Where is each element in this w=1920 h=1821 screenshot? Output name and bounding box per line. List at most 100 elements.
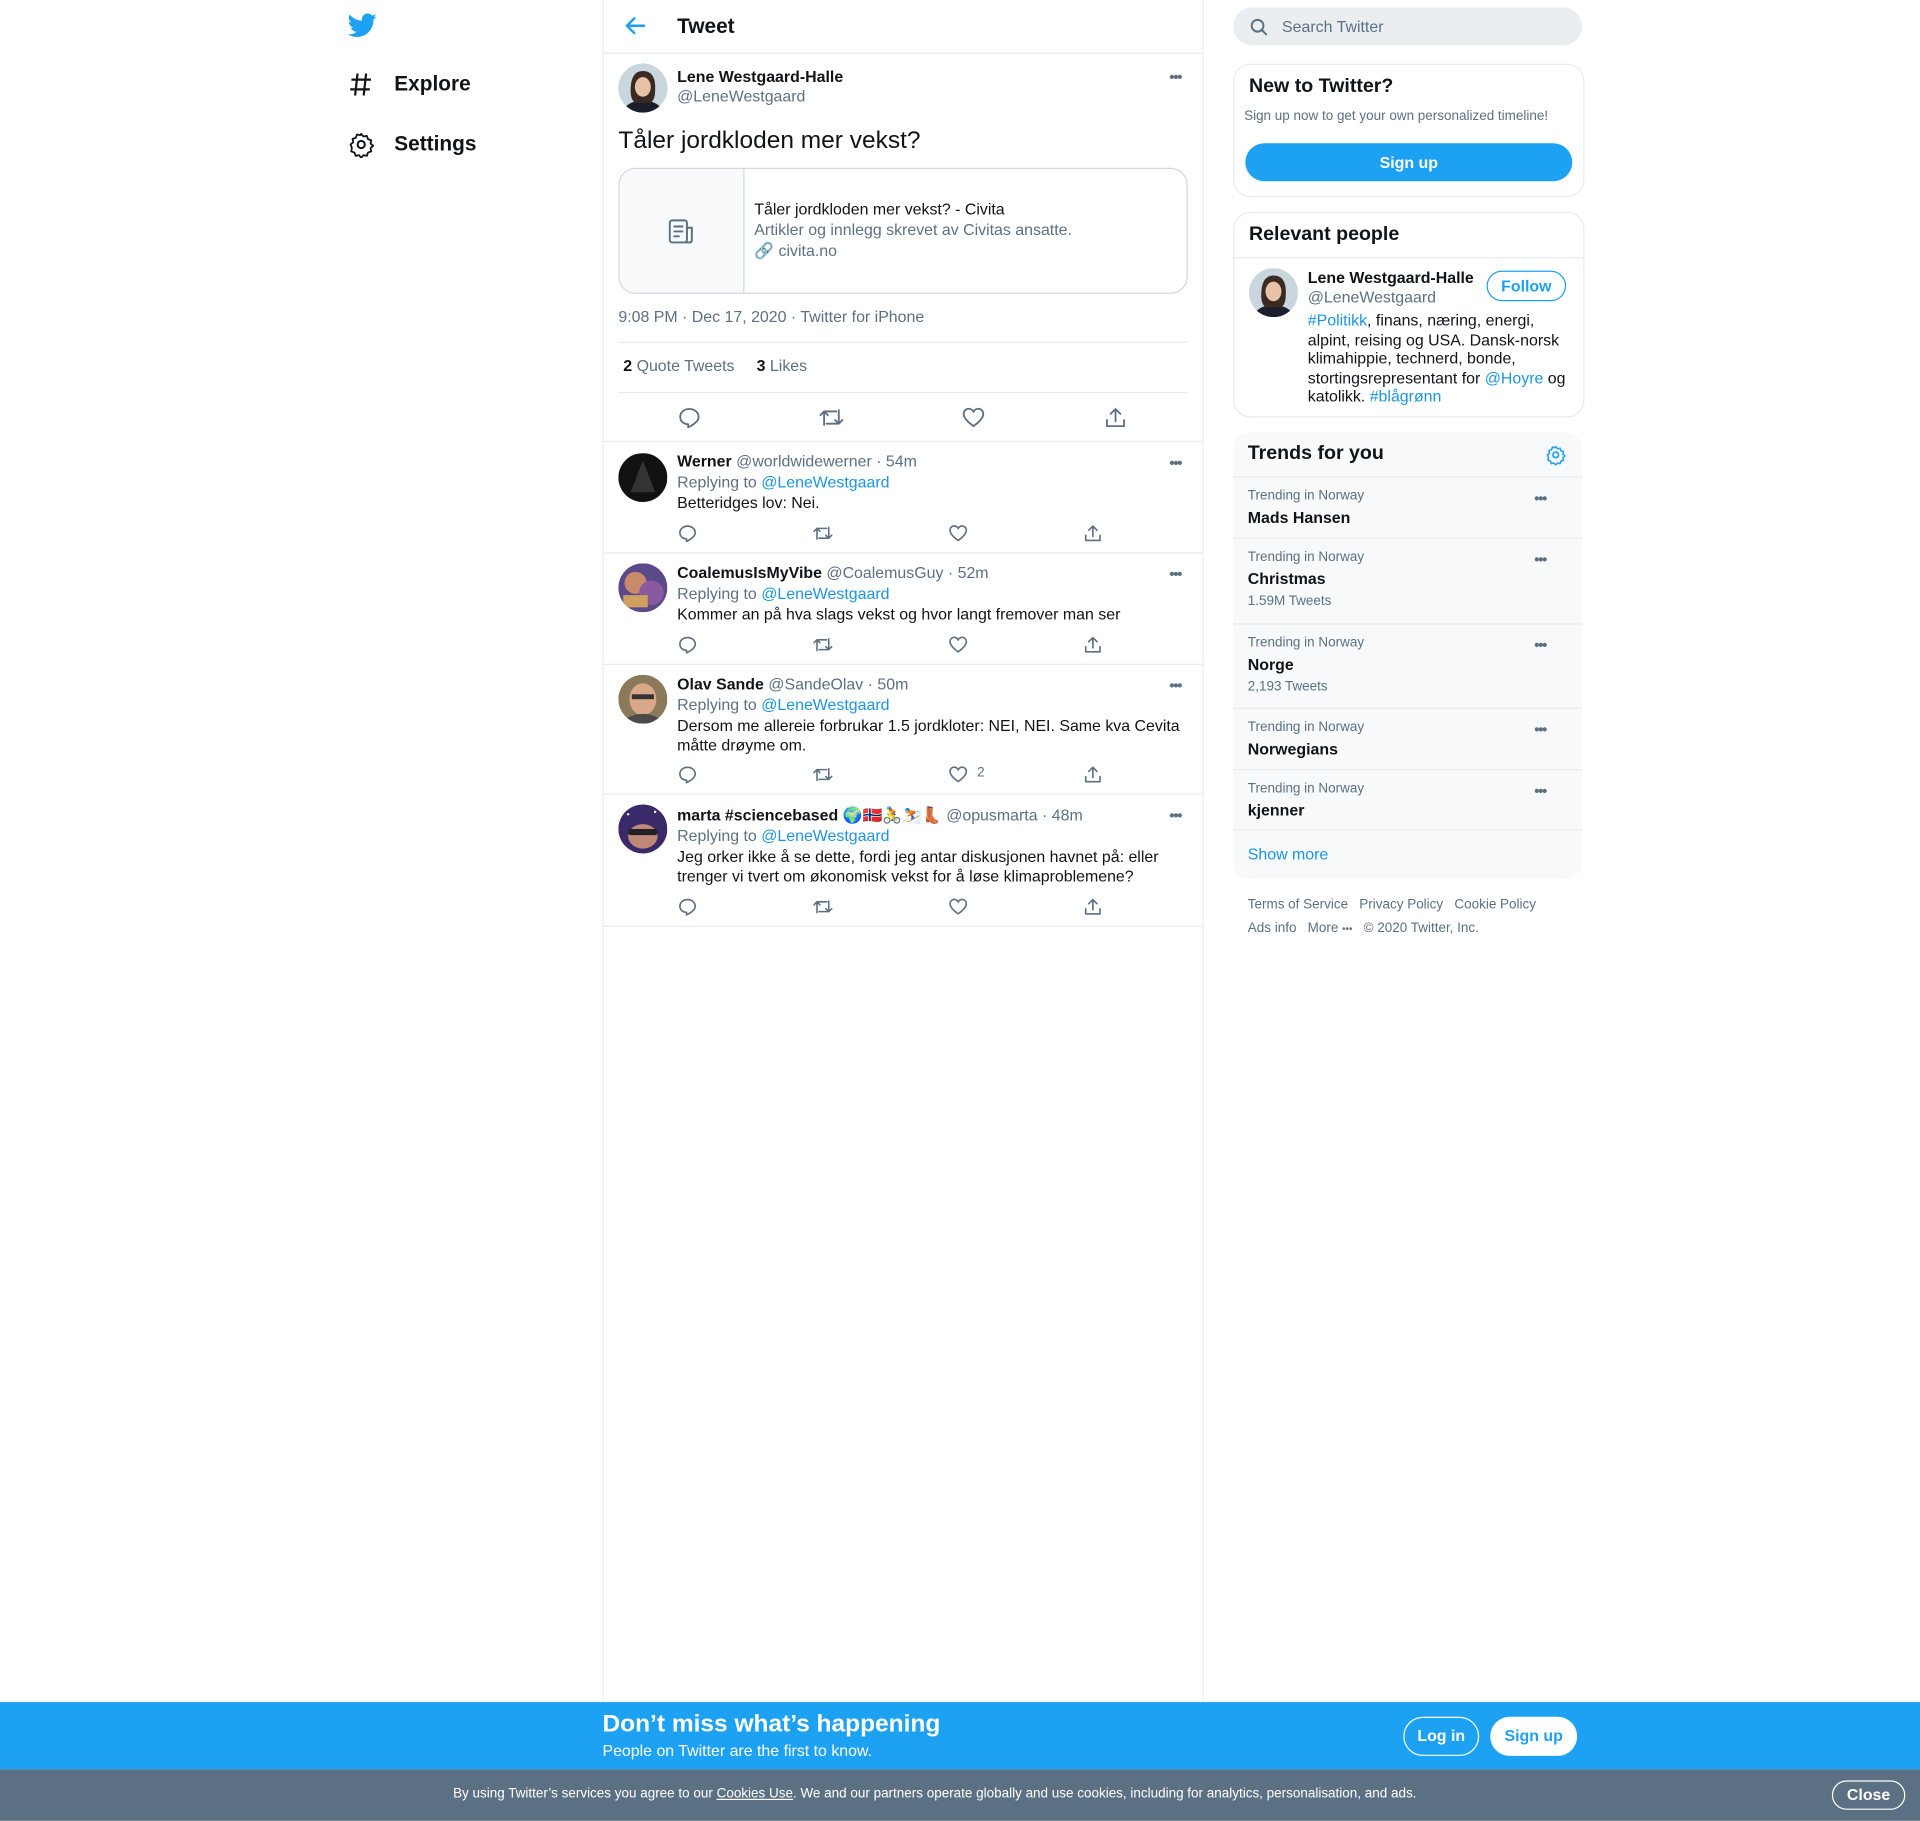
share-icon[interactable] xyxy=(1084,636,1102,654)
quote-count: 2 xyxy=(623,356,633,375)
reply-tweet[interactable]: Olav Sande @SandeOlav · 50m ••• Replying… xyxy=(604,664,1203,794)
replying-to-link[interactable]: @LeneWestgaard xyxy=(761,696,889,714)
reply-tweet[interactable]: Werner @worldwidewerner · 54m ••• Replyi… xyxy=(604,441,1203,552)
reply-tweet[interactable]: marta #sciencebased 🌍🇳🇴🚴⛷️👢 @opusmarta ·… xyxy=(604,793,1203,925)
twitter-bird-icon[interactable] xyxy=(347,12,377,39)
show-more-link[interactable]: Show more xyxy=(1248,845,1329,863)
trend-item[interactable]: Trending in Norway kjenner ••• xyxy=(1233,768,1583,830)
reply-author-name[interactable]: CoalemusIsMyVibe xyxy=(677,563,822,581)
avatar[interactable] xyxy=(618,674,668,724)
more-options-icon[interactable]: ••• xyxy=(1169,566,1182,583)
reply-author-name[interactable]: Werner xyxy=(677,452,732,470)
reply-icon[interactable] xyxy=(678,636,697,654)
more-options-icon[interactable]: ••• xyxy=(1534,551,1547,568)
reply-icon[interactable] xyxy=(678,898,697,916)
avatar[interactable] xyxy=(618,453,668,503)
avatar[interactable] xyxy=(618,804,668,854)
privacy-link[interactable]: Privacy Policy xyxy=(1359,898,1443,913)
search-input[interactable]: Search Twitter xyxy=(1282,17,1383,35)
reply-author-name[interactable]: Olav Sande xyxy=(677,675,764,693)
tweet-text: Tåler jordkloden mer vekst? xyxy=(618,127,921,155)
close-button[interactable]: Close xyxy=(1831,1780,1906,1810)
trend-item[interactable]: Trending in Norway Christmas 1.59M Tweet… xyxy=(1233,537,1583,624)
retweet-icon[interactable] xyxy=(813,765,833,783)
sign-up-button[interactable]: Sign up xyxy=(1245,143,1573,182)
heart-icon[interactable] xyxy=(962,407,985,429)
reply-icon[interactable] xyxy=(678,407,700,429)
reply-icon[interactable] xyxy=(678,765,697,784)
reply-author-name[interactable]: marta #sciencebased xyxy=(677,806,838,824)
link-icon: 🔗 xyxy=(754,241,775,260)
more-options-icon[interactable]: ••• xyxy=(1169,454,1182,471)
heart-icon[interactable] xyxy=(949,524,968,542)
reply-time[interactable]: · 48m xyxy=(1042,806,1083,824)
sign-up-button[interactable]: Sign up xyxy=(1490,1716,1578,1756)
nav-explore[interactable]: Explore xyxy=(348,66,471,103)
reply-author-handle[interactable]: @opusmarta xyxy=(946,806,1037,824)
more-options-icon[interactable]: ••• xyxy=(1169,677,1182,694)
follow-button[interactable]: Follow xyxy=(1486,270,1567,302)
cookies-use-link[interactable]: Cookies Use xyxy=(717,1787,793,1802)
ads-info-link[interactable]: Ads info xyxy=(1248,921,1297,936)
avatar[interactable] xyxy=(1248,268,1298,318)
reply-tweet[interactable]: CoalemusIsMyVibe @CoalemusGuy · 52m ••• … xyxy=(604,552,1203,663)
main-column: Tweet Lene Westgaard-Halle @LeneWestgaar… xyxy=(602,0,1204,1703)
likes-link[interactable]: 3 Likes xyxy=(757,356,807,374)
reply-author-handle[interactable]: @worldwidewerner xyxy=(736,452,872,470)
avatar[interactable] xyxy=(618,563,668,613)
copyright: © 2020 Twitter, Inc. xyxy=(1363,920,1479,936)
share-icon[interactable] xyxy=(1084,765,1102,783)
trend-item[interactable]: Trending in Norway Norge 2,193 Tweets ••… xyxy=(1233,623,1583,709)
more-options-icon[interactable]: ••• xyxy=(1169,807,1182,824)
author-name[interactable]: Lene Westgaard-Halle xyxy=(677,67,843,85)
retweet-icon[interactable] xyxy=(813,524,833,542)
nav-settings[interactable]: Settings xyxy=(348,126,476,163)
share-icon[interactable] xyxy=(1084,898,1102,916)
share-icon[interactable] xyxy=(1084,524,1102,542)
hashtag-link[interactable]: #Politikk xyxy=(1308,311,1367,329)
heart-icon[interactable] xyxy=(949,898,968,916)
person-name[interactable]: Lene Westgaard-Halle xyxy=(1308,268,1474,286)
card-title: Tåler jordkloden mer vekst? - Civita xyxy=(754,199,1005,218)
reply-time[interactable]: · 52m xyxy=(948,563,989,581)
back-arrow-icon[interactable] xyxy=(625,17,646,35)
mention-link[interactable]: @Hoyre xyxy=(1485,368,1544,386)
log-in-button[interactable]: Log in xyxy=(1403,1716,1480,1756)
replying-to-link[interactable]: @LeneWestgaard xyxy=(761,473,889,491)
reply-icon[interactable] xyxy=(678,524,697,543)
more-options-icon[interactable]: ••• xyxy=(1534,782,1547,799)
trend-count: 1.59M Tweets xyxy=(1247,593,1332,609)
more-options-icon[interactable]: ••• xyxy=(1534,490,1547,507)
gear-icon[interactable] xyxy=(1545,444,1566,466)
hashtag-link[interactable]: #blågrønn xyxy=(1370,387,1442,405)
avatar[interactable] xyxy=(618,63,668,113)
reply-author-handle[interactable]: @SandeOlav xyxy=(768,675,863,693)
terms-link[interactable]: Terms of Service xyxy=(1248,898,1348,913)
reply-time[interactable]: · 50m xyxy=(868,675,909,693)
person-handle[interactable]: @LeneWestgaard xyxy=(1308,288,1436,306)
cookie-text-after: . We and our partners operate globally a… xyxy=(792,1786,1417,1802)
retweet-icon[interactable] xyxy=(813,898,833,916)
more-options-icon[interactable]: ••• xyxy=(1534,637,1547,654)
reply-author-handle[interactable]: @CoalemusGuy xyxy=(826,563,943,581)
heart-icon[interactable] xyxy=(949,765,968,783)
retweet-icon[interactable] xyxy=(813,636,833,654)
trend-item[interactable]: Trending in Norway Mads Hansen ••• xyxy=(1233,476,1583,537)
replying-to-link[interactable]: @LeneWestgaard xyxy=(761,584,889,602)
more-options-icon[interactable]: ••• xyxy=(1169,69,1182,86)
quote-tweets-link[interactable]: 2 Quote Tweets xyxy=(623,356,734,374)
new-to-twitter-box: New to Twitter? Sign up now to get your … xyxy=(1233,63,1585,198)
more-options-icon[interactable]: ••• xyxy=(1534,721,1547,738)
reply-time[interactable]: · 54m xyxy=(876,452,917,470)
more-link[interactable]: More ••• xyxy=(1308,921,1353,936)
search-box[interactable]: Search Twitter xyxy=(1233,7,1583,46)
share-icon[interactable] xyxy=(1104,407,1126,429)
trend-item[interactable]: Trending in Norway Norwegians ••• xyxy=(1233,707,1583,769)
tweet-meta[interactable]: 9:08 PM · Dec 17, 2020 · Twitter for iPh… xyxy=(618,307,924,325)
retweet-icon[interactable] xyxy=(819,407,844,429)
heart-icon[interactable] xyxy=(949,636,968,654)
link-card[interactable]: Tåler jordkloden mer vekst? - Civita Art… xyxy=(618,167,1188,294)
author-handle[interactable]: @LeneWestgaard xyxy=(677,87,805,105)
replying-to-link[interactable]: @LeneWestgaard xyxy=(761,827,889,845)
cookie-policy-link[interactable]: Cookie Policy xyxy=(1454,898,1536,913)
